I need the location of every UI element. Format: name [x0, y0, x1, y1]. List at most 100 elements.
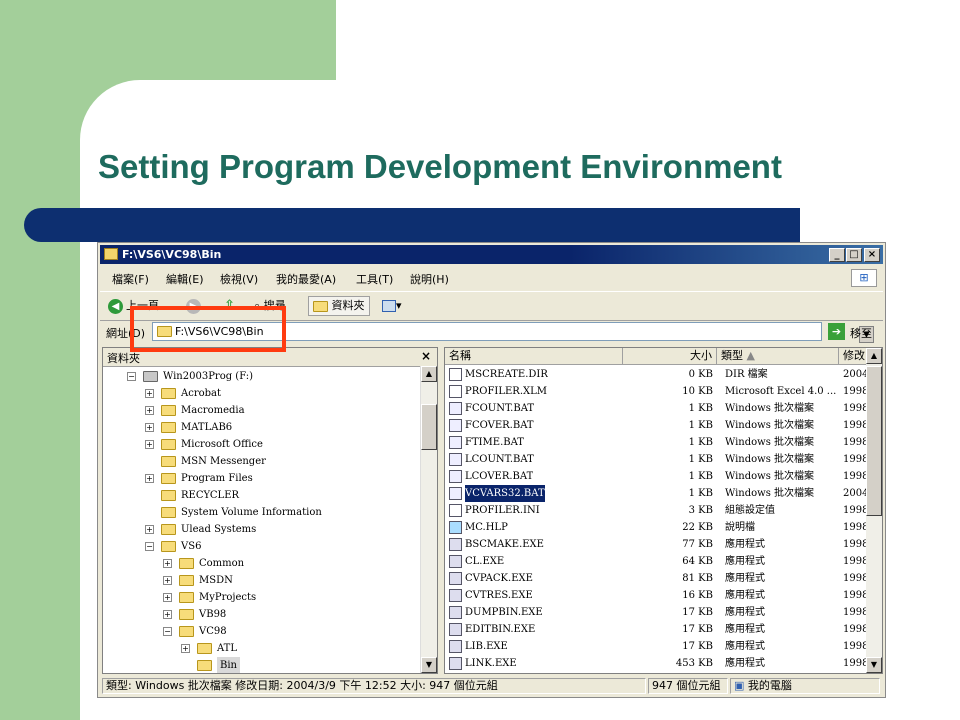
file-row[interactable]: CL.EXE 64 KB 應用程式 1998 — [445, 553, 868, 570]
file-name: PROFILER.XLM — [465, 386, 547, 397]
tree-item[interactable]: + Macromedia — [103, 402, 423, 419]
file-row[interactable]: PROFILER.INI 3 KB 組態設定值 1998 — [445, 502, 868, 519]
file-row[interactable]: LINK.EXE 453 KB 應用程式 1998 — [445, 655, 868, 672]
tree-scrollbar[interactable]: ▲ ▼ — [420, 366, 437, 673]
status-info: 類型: Windows 批次檔案 修改日期: 2004/3/9 下午 12:52… — [102, 678, 646, 694]
menu-help[interactable]: 說明(H) — [410, 271, 449, 287]
maximize-button[interactable]: □ — [846, 248, 862, 262]
file-type: 應用程式 — [725, 607, 765, 618]
file-row[interactable]: FTIME.BAT 1 KB Windows 批次檔案 1998 — [445, 434, 868, 451]
go-label[interactable]: 移至 — [850, 325, 872, 341]
file-row[interactable]: EDITBIN.EXE 17 KB 應用程式 1998 — [445, 621, 868, 638]
minimize-button[interactable]: _ — [829, 248, 845, 262]
drive-icon — [143, 371, 158, 382]
folder-icon — [161, 439, 176, 450]
expand-icon[interactable]: + — [163, 576, 172, 585]
tree-item[interactable]: + Program Files — [103, 470, 423, 487]
menu-tools[interactable]: 工具(T) — [356, 271, 393, 287]
scroll-thumb[interactable] — [866, 366, 882, 516]
column-name[interactable]: 名稱 — [445, 348, 623, 365]
folders-button[interactable]: 資料夾 — [308, 296, 370, 316]
expand-icon[interactable]: + — [145, 389, 154, 398]
file-row[interactable]: LCOVER.BAT 1 KB Windows 批次檔案 1998 — [445, 468, 868, 485]
tree-item[interactable]: + ATL — [103, 640, 423, 657]
tree-item[interactable]: + VB98 — [103, 606, 423, 623]
tree-item[interactable]: + Acrobat — [103, 385, 423, 402]
file-row[interactable]: VCVARS32.BAT 1 KB Windows 批次檔案 2004 — [445, 485, 868, 502]
file-row[interactable]: PROFILER.XLM 10 KB Microsoft Excel 4.0 ...… — [445, 383, 868, 400]
tree-item[interactable]: Bin — [103, 657, 423, 673]
collapse-icon[interactable]: − — [127, 372, 136, 381]
file-row[interactable]: MC.HLP 22 KB 說明檔 1998 — [445, 519, 868, 536]
expand-icon[interactable]: + — [145, 406, 154, 415]
tree-item[interactable]: System Volume Information — [103, 504, 423, 521]
folder-icon — [161, 456, 176, 467]
menu-file[interactable]: 檔案(F) — [112, 271, 149, 287]
file-row[interactable]: FCOVER.BAT 1 KB Windows 批次檔案 1998 — [445, 417, 868, 434]
tree-item[interactable]: − Win2003Prog (F:) — [103, 368, 423, 385]
column-size[interactable]: 大小 — [623, 348, 717, 365]
menu-favorites[interactable]: 我的最愛(A) — [276, 271, 336, 287]
file-row[interactable]: MSCREATE.DIR 0 KB DIR 檔案 2004 — [445, 366, 868, 383]
tree-item[interactable]: − VS6 — [103, 538, 423, 555]
folder-tree-pane: 資料夾 × − Win2003Prog (F:) + Acrobat + Macromed… — [102, 347, 438, 674]
expand-icon[interactable]: + — [163, 610, 172, 619]
expand-icon[interactable]: + — [145, 440, 154, 449]
tree-item[interactable]: + MATLAB6 — [103, 419, 423, 436]
views-button[interactable]: ▾ — [382, 296, 402, 316]
expand-icon[interactable]: + — [145, 525, 154, 534]
file-row[interactable]: DUMPBIN.EXE 17 KB 應用程式 1998 — [445, 604, 868, 621]
collapse-icon[interactable]: − — [145, 542, 154, 551]
file-name: LCOUNT.BAT — [465, 454, 534, 465]
tree-item[interactable]: RECYCLER — [103, 487, 423, 504]
tree-item[interactable]: MSN Messenger — [103, 453, 423, 470]
file-name: FCOUNT.BAT — [465, 403, 535, 414]
file-icon — [449, 385, 462, 398]
file-row[interactable]: LCOUNT.BAT 1 KB Windows 批次檔案 1998 — [445, 451, 868, 468]
tree-item[interactable]: − VC98 — [103, 623, 423, 640]
file-row[interactable]: FCOUNT.BAT 1 KB Windows 批次檔案 1998 — [445, 400, 868, 417]
expand-icon[interactable]: + — [163, 593, 172, 602]
close-button[interactable]: × — [864, 248, 880, 262]
file-name: CVTRES.EXE — [465, 590, 533, 601]
tree-item[interactable]: + MyProjects — [103, 589, 423, 606]
tree-item-label: Program Files — [181, 473, 253, 484]
go-arrow-icon[interactable]: ➔ — [828, 323, 845, 340]
windows-logo-icon: ⊞ — [851, 269, 877, 287]
file-size: 453 KB — [675, 658, 713, 669]
scroll-up-button[interactable]: ▲ — [421, 366, 437, 382]
tree-item-label: Ulead Systems — [181, 524, 257, 535]
tree-item[interactable]: + Ulead Systems — [103, 521, 423, 538]
expand-icon[interactable]: + — [163, 559, 172, 568]
file-size: 64 KB — [682, 556, 713, 567]
scroll-down-button[interactable]: ▼ — [421, 657, 437, 673]
expand-icon[interactable]: + — [145, 423, 154, 432]
window-title-bar[interactable]: F:\VS6\VC98\Bin _ □ × — [100, 245, 883, 264]
file-icon — [449, 487, 462, 500]
file-row[interactable]: CVPACK.EXE 81 KB 應用程式 1998 — [445, 570, 868, 587]
column-type[interactable]: 類型 ▲ — [717, 348, 839, 365]
menu-view[interactable]: 檢視(V) — [220, 271, 258, 287]
tree-item-label: System Volume Information — [181, 507, 322, 518]
scroll-thumb[interactable] — [421, 404, 437, 450]
file-scrollbar[interactable]: ▲ ▼ — [866, 348, 882, 673]
collapse-icon[interactable]: − — [163, 627, 172, 636]
file-size: 1 KB — [688, 420, 713, 431]
scroll-down-button[interactable]: ▼ — [866, 657, 882, 673]
expand-icon[interactable]: + — [181, 644, 190, 653]
tree-item[interactable]: + Common — [103, 555, 423, 572]
file-row[interactable]: CVTRES.EXE 16 KB 應用程式 1998 — [445, 587, 868, 604]
file-name: VCVARS32.BAT — [465, 485, 545, 502]
file-row[interactable]: LIB.EXE 17 KB 應用程式 1998 — [445, 638, 868, 655]
close-pane-icon[interactable]: × — [421, 349, 431, 363]
file-name: EDITBIN.EXE — [465, 624, 536, 635]
file-row[interactable]: BSCMAKE.EXE 77 KB 應用程式 1998 — [445, 536, 868, 553]
column-modified[interactable]: 修改 — [839, 348, 868, 365]
tree-item[interactable]: + Microsoft Office — [103, 436, 423, 453]
expand-icon[interactable]: + — [145, 474, 154, 483]
folder-icon — [161, 524, 176, 535]
file-icon — [449, 402, 462, 415]
menu-edit[interactable]: 編輯(E) — [166, 271, 204, 287]
tree-item[interactable]: + MSDN — [103, 572, 423, 589]
scroll-up-button[interactable]: ▲ — [866, 348, 882, 364]
